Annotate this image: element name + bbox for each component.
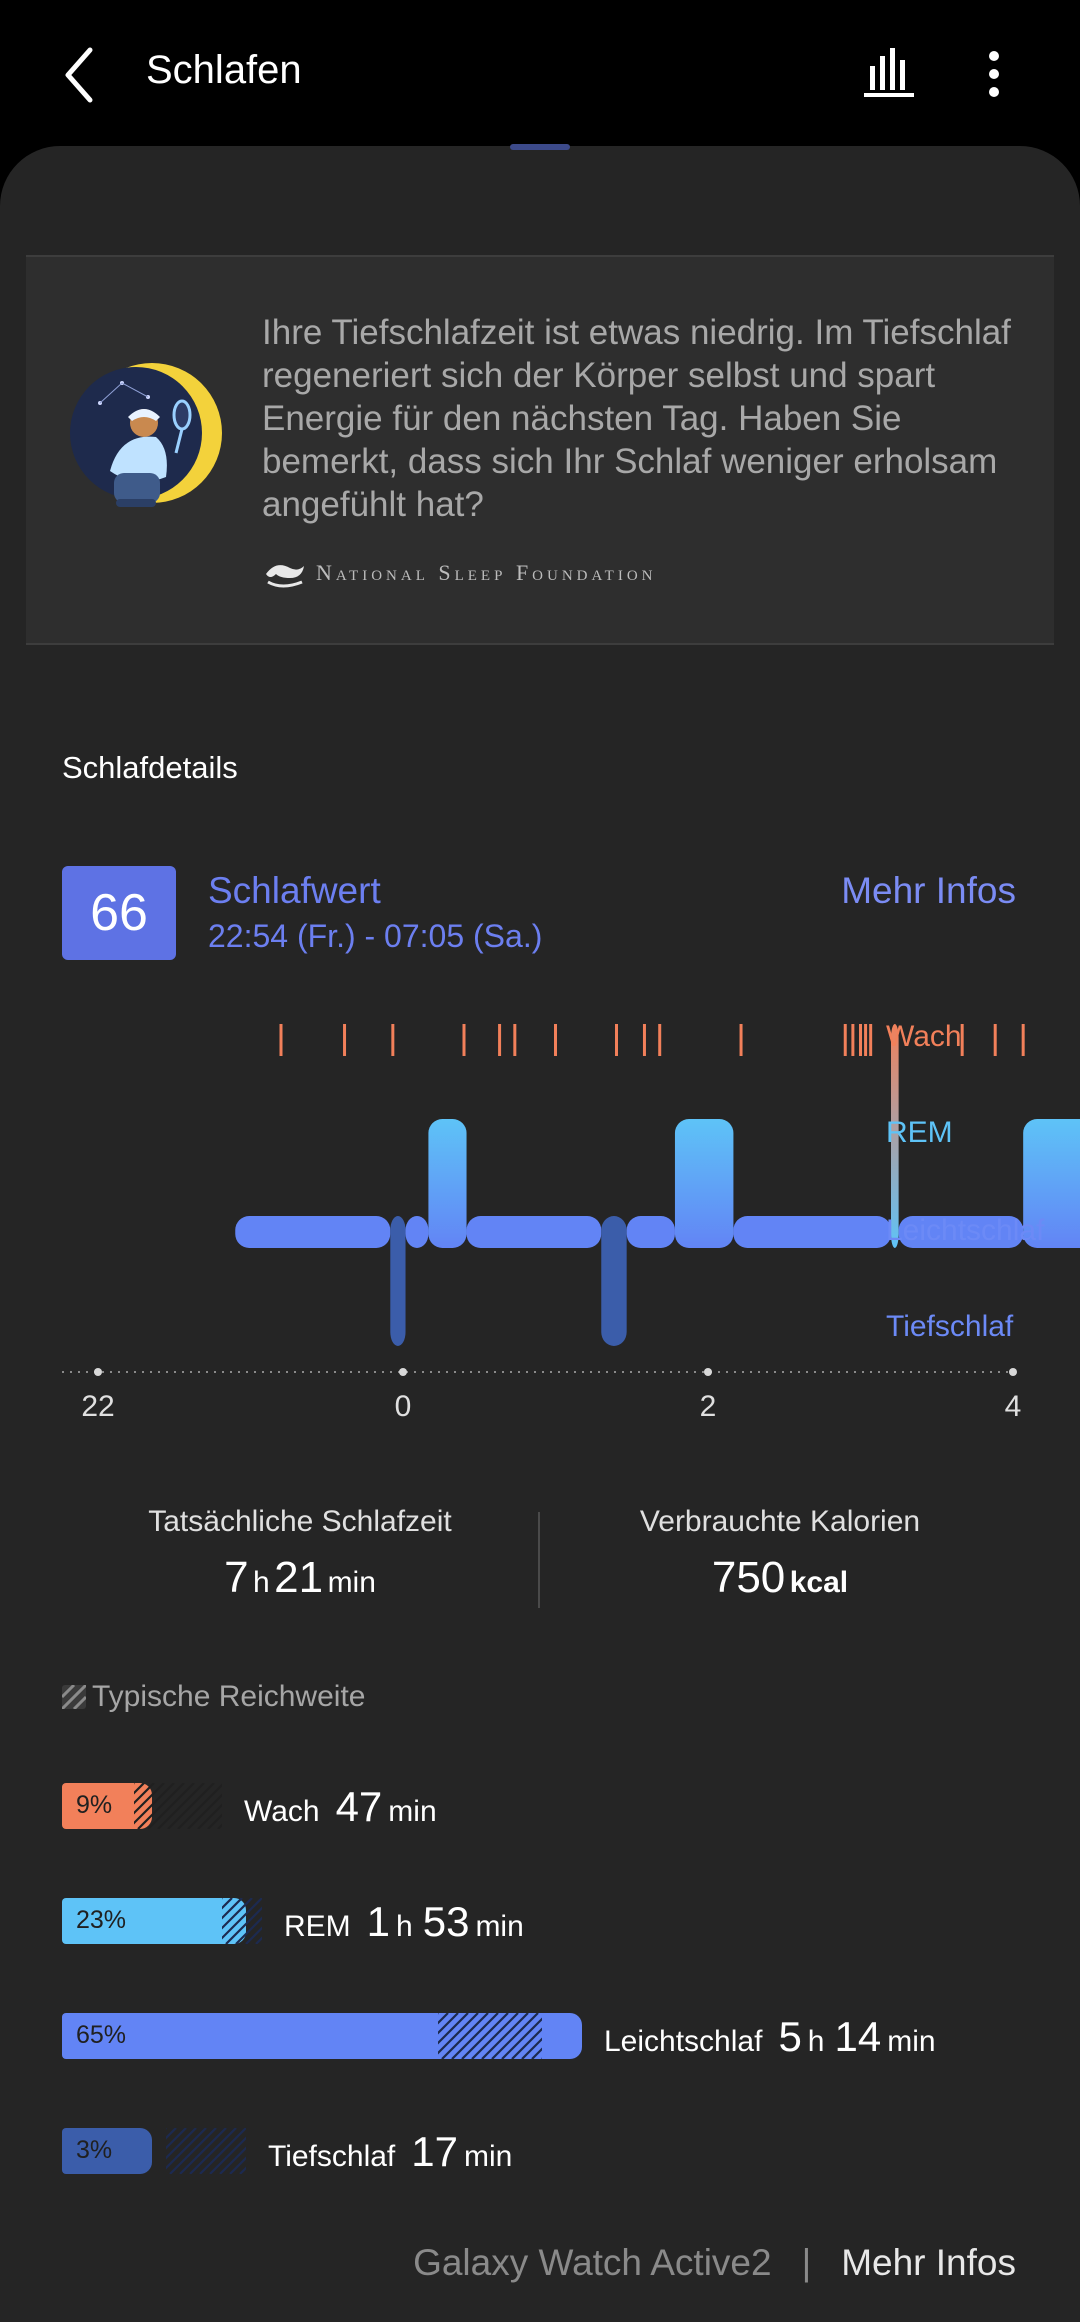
actual-sleep-title: Tatsächliche Schlafzeit <box>148 1505 452 1538</box>
hours-value: 7 <box>224 1553 249 1602</box>
app-bar: Schlafen <box>0 0 1080 148</box>
hatch-pattern-icon <box>62 1685 86 1709</box>
sleep-segment-tiefschlaf <box>601 1216 627 1346</box>
bar-chart-icon[interactable] <box>862 44 918 100</box>
sleep-segment-leichtschlaf <box>733 1216 891 1248</box>
sleep-segment-leichtschlaf <box>235 1216 391 1248</box>
device-name: Galaxy Watch Active2 <box>413 2242 772 2283</box>
stage-percent: 65% <box>76 2021 127 2049</box>
sleep-score-label: Schlafwert <box>208 870 381 911</box>
hours-unit: h <box>253 1566 270 1599</box>
sleep-segment-tiefschlaf <box>390 1216 406 1346</box>
stage-minutes-unit: min <box>463 2140 513 2173</box>
stage-name: Tiefschlaf <box>268 2140 396 2173</box>
sleep-stage-chart: 2202468(S) Wach REM Leichtschlaf Tiefsch… <box>0 1000 1080 1440</box>
minutes-value: 21 <box>274 1553 324 1602</box>
more-options-icon[interactable] <box>976 46 1012 102</box>
typical-range-hatch <box>438 2013 542 2059</box>
stage-label-wach: Wach <box>886 1020 962 1053</box>
calories-value: 750 <box>711 1553 786 1602</box>
source-name: National Sleep Foundation <box>316 560 657 585</box>
stage-label-leichtschlaf: Leichtschlaf <box>886 1214 1045 1247</box>
stage-hours-unit: h <box>396 1910 413 1943</box>
typical-range-label: Typische Reichweite <box>92 1680 366 1713</box>
calories-burned: Verbrauchte Kalorien 750 kcal <box>600 1505 960 1603</box>
typical-range-hatch <box>222 1898 262 1944</box>
tip-text: Ihre Tiefschlafzeit ist etwas niedrig. I… <box>262 313 1011 524</box>
stage-hours-unit: h <box>807 2025 825 2058</box>
stage-percent: 9% <box>76 1791 113 1819</box>
sleep-segment-rem <box>674 1119 734 1248</box>
sleep-tip-card: Ihre Tiefschlafzeit ist etwas niedrig. I… <box>26 255 1054 645</box>
stage-minutes: 47 <box>335 1783 383 1830</box>
tick-label: 2 <box>700 1390 717 1423</box>
stage-duration: REM 1 h 53 min <box>284 1898 534 1945</box>
stage-label-rem: REM <box>886 1116 953 1149</box>
footer-more-info-link[interactable]: Mehr Infos <box>841 2242 1016 2284</box>
stage-minutes: 53 <box>422 1898 470 1945</box>
tick-label: 4 <box>1005 1390 1022 1423</box>
nsf-logo-icon <box>266 565 304 588</box>
actual-sleep-time: Tatsächliche Schlafzeit 7 h 21 min <box>110 1505 490 1603</box>
back-arrow-icon[interactable] <box>58 44 108 106</box>
stage-name: Leichtschlaf <box>604 2025 763 2058</box>
tick-mark <box>94 1368 102 1376</box>
stage-name: Wach <box>244 1795 320 1828</box>
stage-hours: 5 <box>778 2013 802 2060</box>
stage-name: REM <box>284 1910 351 1943</box>
calories-title: Verbrauchte Kalorien <box>639 1505 921 1538</box>
calories-value-row: 750 kcal <box>600 1553 960 1603</box>
stage-percent: 23% <box>76 1906 127 1934</box>
stage-duration: Tiefschlaf 17 min <box>268 2128 522 2175</box>
stage-minutes: 17 <box>411 2128 458 2175</box>
sleep-time-range: 22:54 (Fr.) - 07:05 (Sa.) <box>208 918 543 954</box>
divider <box>538 1512 540 1608</box>
tick-label: 0 <box>395 1390 412 1423</box>
sleep-illustration <box>70 363 222 507</box>
sleep-score-badge: 66 <box>62 866 176 960</box>
sleep-segment-leichtschlaf <box>466 1216 602 1248</box>
stage-minutes-unit: min <box>388 1795 437 1828</box>
stage-duration: Leichtschlaf 5 h 14 min <box>604 2013 946 2060</box>
tick-label: 22 <box>81 1390 114 1423</box>
actual-sleep-value: 7 h 21 min <box>110 1553 490 1603</box>
page-title: Schlafen <box>146 48 302 92</box>
stage-minutes-unit: min <box>887 2025 936 2058</box>
sleep-segment-rem <box>428 1119 467 1248</box>
footer-separator: | <box>801 2242 812 2283</box>
source-attribution: National Sleep Foundation <box>262 553 657 593</box>
section-title: Schlafdetails <box>62 750 238 785</box>
stage-minutes-unit: min <box>475 1910 524 1943</box>
more-info-link[interactable]: Mehr Infos <box>841 870 1016 912</box>
sleep-segment-leichtschlaf <box>626 1216 675 1248</box>
stage-percent: 3% <box>76 2136 113 2164</box>
typical-range-hatch <box>134 1783 222 1829</box>
stage-label-tiefschlaf: Tiefschlaf <box>886 1310 1014 1343</box>
tick-mark <box>399 1368 407 1376</box>
tick-mark <box>704 1368 712 1376</box>
sheet-handle[interactable] <box>510 144 570 150</box>
typical-range-hatch <box>166 2128 246 2174</box>
typical-range-legend: Typische Reichweite <box>62 1680 365 1714</box>
stage-hours: 1 <box>366 1898 391 1945</box>
minutes-unit: min <box>327 1566 376 1599</box>
stage-minutes: 14 <box>834 2013 882 2060</box>
footer: Galaxy Watch Active2 | Mehr Infos <box>413 2242 1016 2284</box>
tick-mark <box>1009 1368 1017 1376</box>
sleep-segment-leichtschlaf <box>405 1216 429 1248</box>
calories-unit: kcal <box>789 1566 849 1599</box>
stage-duration: Wach 47 min <box>244 1783 447 1830</box>
